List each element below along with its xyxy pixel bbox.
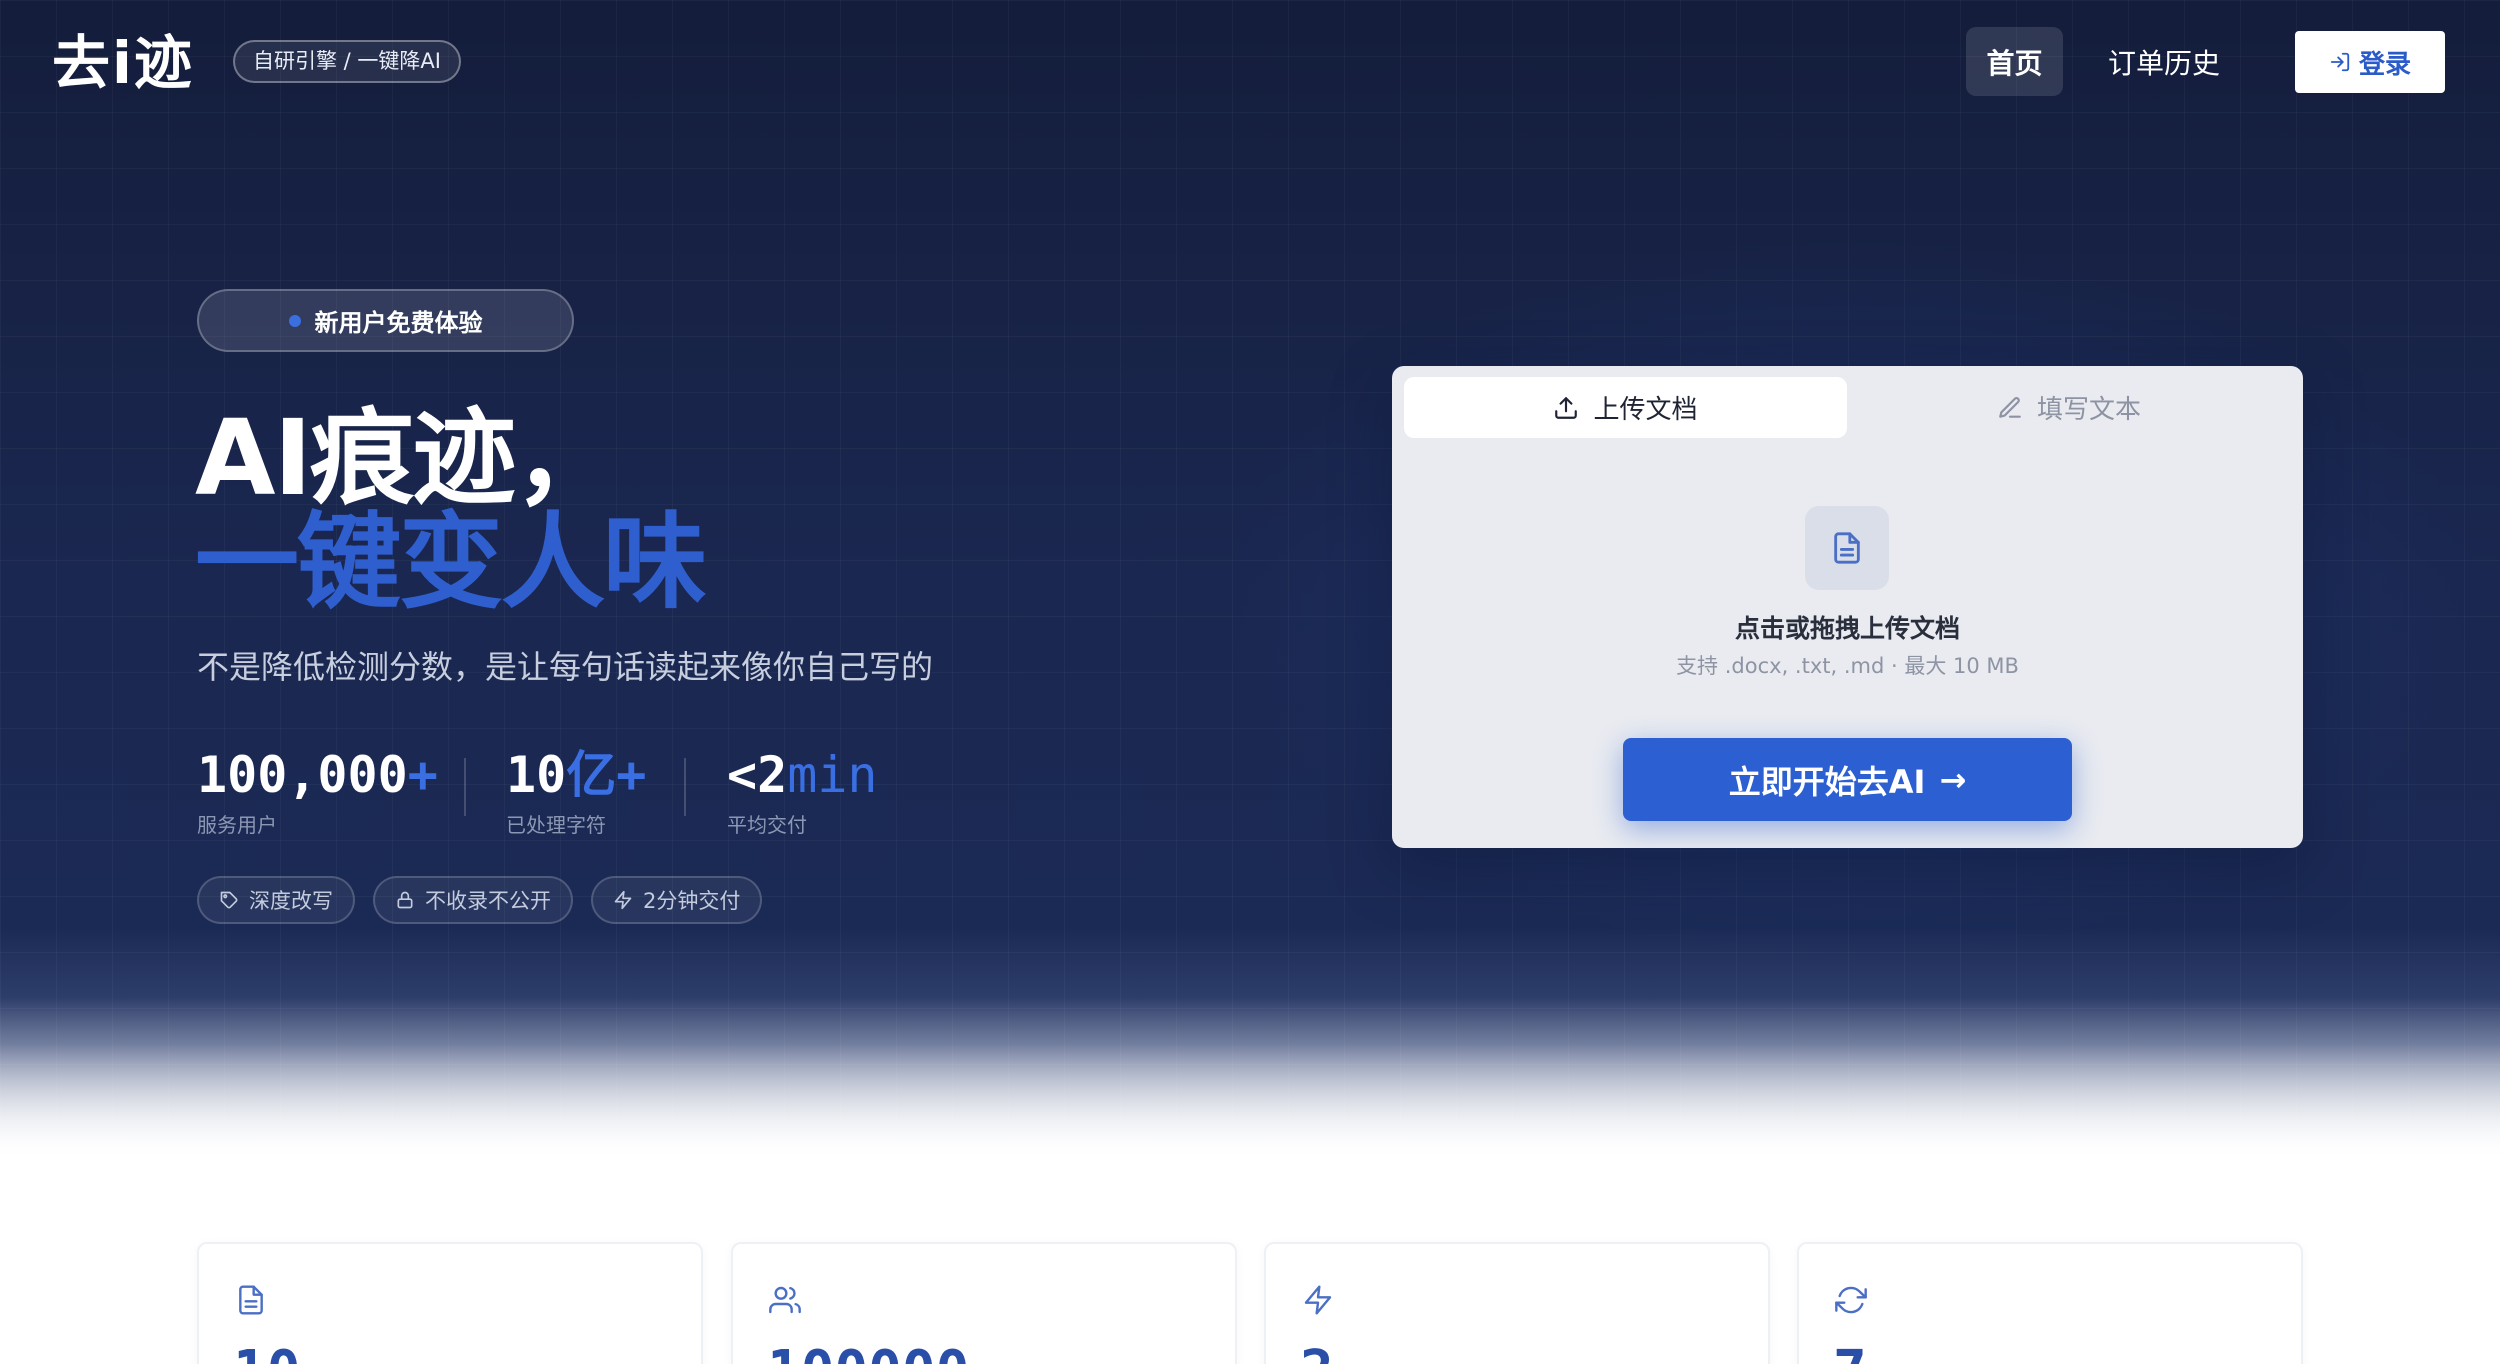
stat-value: <2min (727, 746, 878, 804)
stat-label: 平均交付 (727, 813, 807, 837)
login-button[interactable]: 登录 (2295, 31, 2445, 93)
hero-section: 去i迹 自研引擎 / 一键降AI 首页 订单历史 登录 新用户免费体验 AI痕迹… (0, 0, 2500, 1160)
feature-card: 2 (1264, 1242, 1770, 1364)
stat-characters: 10亿+ 已处理字符 (506, 745, 646, 838)
refresh-icon (1835, 1286, 1867, 1314)
stat-label: 服务用户 (197, 813, 277, 837)
hero-subtitle: 不是降低检测分数，是让每句话读起来像你自己写的 (197, 648, 934, 686)
tag-private: 不收录不公开 (373, 876, 573, 924)
tag-icon (220, 891, 238, 909)
login-label: 登录 (2358, 49, 2411, 80)
logo[interactable]: 去i迹 (52, 30, 194, 96)
stat-divider (684, 758, 686, 816)
feature-value: 7 (1833, 1342, 1867, 1364)
tag-fast-delivery: 2分钟交付 (591, 876, 763, 924)
stat-value: 10亿+ (506, 746, 647, 804)
stat-delivery: <2min 平均交付 (727, 745, 878, 838)
start-de-ai-button[interactable]: 立即开始去AI → (1623, 738, 2072, 821)
tagline-badge: 自研引擎 / 一键降AI (233, 40, 461, 83)
feature-card: 7 (1797, 1242, 2303, 1364)
headline-line-1: AI痕迹， (195, 397, 618, 519)
users-icon (769, 1286, 801, 1314)
arrow-right-icon: → (1939, 760, 1967, 799)
pencil-icon (1999, 396, 2021, 418)
upload-drop-zone[interactable] (1805, 506, 1889, 590)
feature-value: 100000 (767, 1342, 969, 1364)
new-user-badge: 新用户免费体验 (197, 289, 574, 352)
badge-dot (288, 314, 301, 327)
stat-value: 100,000+ (197, 746, 438, 804)
feature-value: 2 (1300, 1342, 1334, 1364)
feature-card: 10 (197, 1242, 703, 1364)
login-icon (2330, 52, 2350, 72)
stat-divider (464, 758, 466, 816)
stat-users: 100,000+ 服务用户 (197, 745, 438, 838)
upload-card: 上传文档 填写文本 点击或拖拽上传文档 支持 .docx, .txt, .md … (1392, 366, 2303, 848)
nav-home[interactable]: 首页 (1966, 27, 2063, 96)
headline-line-2: 一键变人味 (195, 501, 707, 623)
document-icon (1834, 532, 1860, 564)
feature-card: 100000 (731, 1242, 1237, 1364)
drop-hint: 支持 .docx, .txt, .md · 最大 10 MB (1676, 654, 2019, 678)
tab-enter-text[interactable]: 填写文本 (1847, 377, 2291, 438)
drop-title[interactable]: 点击或拖拽上传文档 (1392, 609, 2303, 645)
document-icon (239, 1285, 263, 1315)
lightning-icon (1304, 1285, 1332, 1315)
lock-icon (397, 891, 413, 909)
badge-label: 新用户免费体验 (314, 309, 483, 337)
tab-upload-document[interactable]: 上传文档 (1404, 377, 1847, 438)
tag-deep-rewrite: 深度改写 (197, 876, 355, 924)
nav-order-history[interactable]: 订单历史 (2108, 27, 2220, 96)
upload-icon (1555, 396, 1578, 419)
feature-value: 10 (233, 1342, 300, 1364)
stat-label: 已处理字符 (506, 813, 606, 837)
lightning-icon (614, 890, 632, 910)
